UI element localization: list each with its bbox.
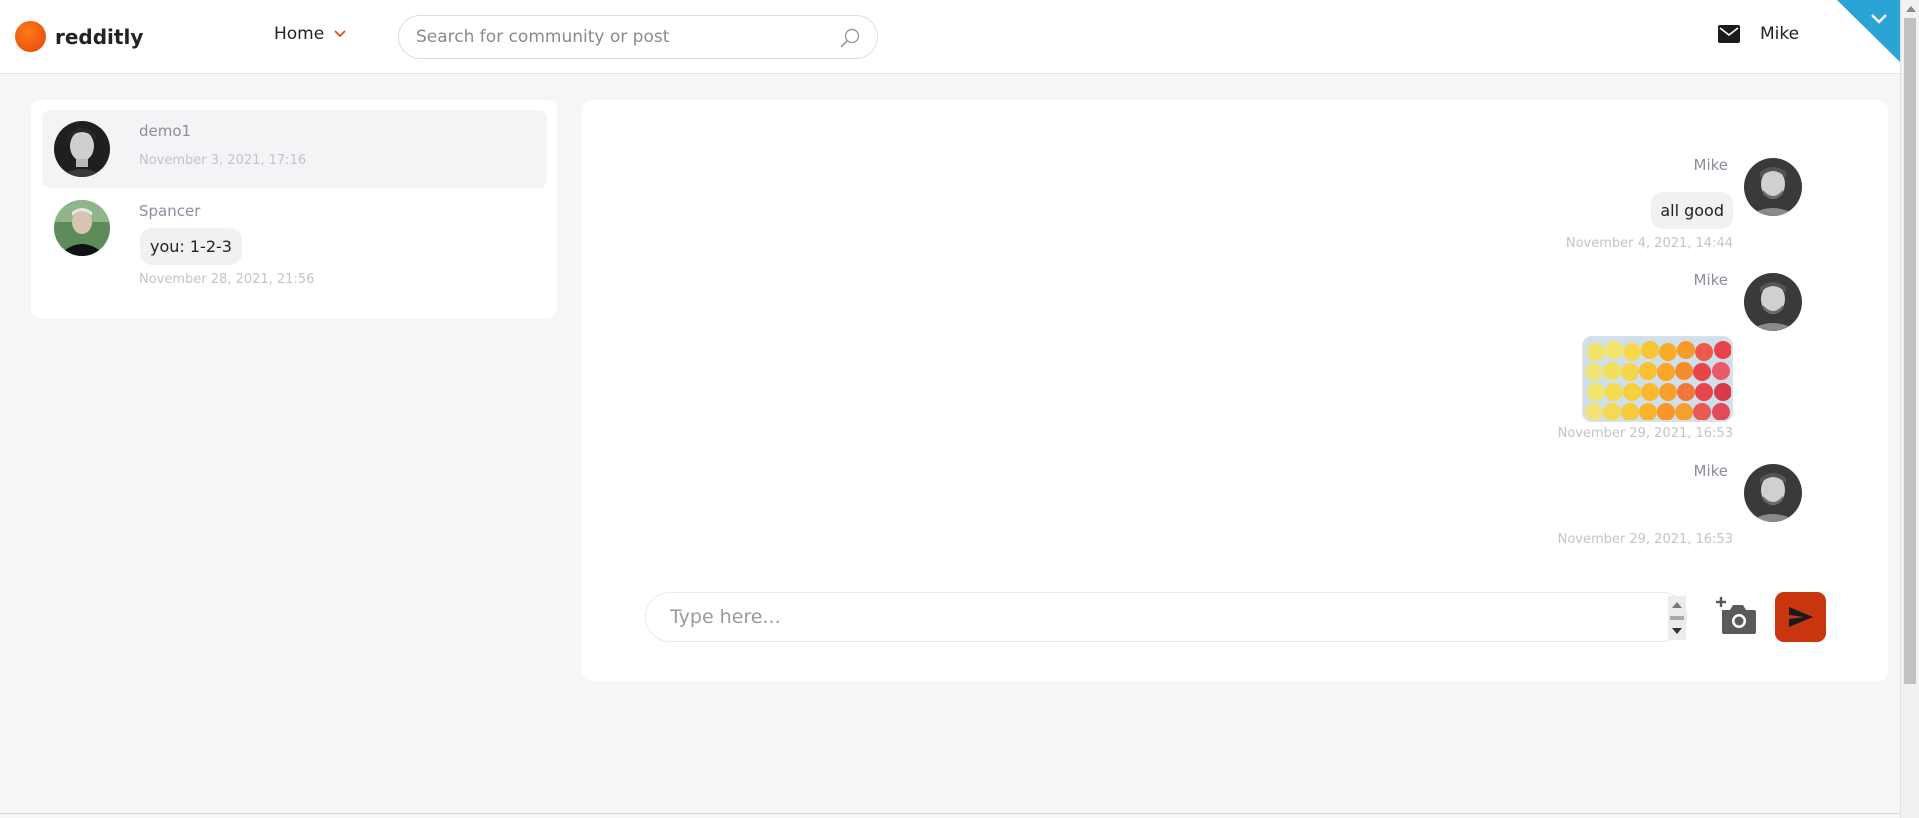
avatar (1744, 158, 1802, 216)
message-time: November 29, 2021, 16:53 (1557, 532, 1733, 547)
conversation-list: demo1 November 3, 2021, 17:16 Spancer yo… (31, 100, 557, 318)
page-scrollbar[interactable] (1900, 0, 1919, 818)
conversation-name: demo1 (139, 122, 192, 140)
chat-panel: Mike all good November 4, 2021, 14:44 Mi… (582, 100, 1888, 681)
logo[interactable]: redditly (15, 21, 143, 52)
message-sender: Mike (1693, 271, 1729, 289)
scrollbar-thumb[interactable] (1904, 18, 1916, 684)
avatar (1744, 273, 1802, 331)
top-header: redditly Home Mike (0, 0, 1900, 74)
search-input[interactable] (416, 16, 816, 58)
conversation-preview: you: 1-2-3 (140, 228, 242, 265)
chevron-down-icon (334, 30, 346, 38)
input-spinner[interactable] (1668, 596, 1686, 640)
search-bar (398, 15, 878, 59)
conversation-name: Spancer (139, 202, 201, 220)
add-photo-icon[interactable] (1716, 596, 1758, 636)
avatar (1744, 464, 1802, 522)
avatar (54, 200, 110, 256)
divider (0, 813, 1900, 814)
spinner-up-icon[interactable] (1672, 602, 1682, 608)
send-button[interactable] (1775, 592, 1826, 642)
conversation-time: November 28, 2021, 21:56 (139, 272, 315, 287)
user-menu[interactable]: Mike (1760, 24, 1799, 44)
message-input[interactable] (670, 593, 1650, 641)
avatar (54, 121, 110, 177)
message-bubble: all good (1651, 192, 1733, 229)
logo-text: redditly (55, 24, 144, 49)
conversation-time: November 3, 2021, 17:16 (139, 153, 307, 168)
corner-toggle[interactable] (1837, 0, 1900, 62)
spinner-down-icon[interactable] (1672, 628, 1682, 634)
spinner-thumb (1670, 616, 1684, 620)
logo-icon (15, 21, 46, 52)
message-composer (645, 592, 1687, 642)
message-sender: Mike (1693, 156, 1729, 174)
citrus-slices-photo (1584, 338, 1731, 420)
home-dropdown-label: Home (274, 24, 325, 44)
message-time: November 29, 2021, 16:53 (1557, 426, 1733, 441)
message-sender: Mike (1693, 462, 1729, 480)
send-icon (1788, 607, 1813, 627)
scroll-up-icon[interactable] (1906, 6, 1916, 12)
message-image[interactable] (1582, 336, 1733, 422)
mail-icon[interactable] (1718, 25, 1740, 43)
conversation-item-spancer[interactable]: Spancer you: 1-2-3 November 28, 2021, 21… (42, 192, 547, 302)
home-dropdown[interactable]: Home (274, 24, 346, 44)
search-icon[interactable] (839, 27, 861, 49)
message-time: November 4, 2021, 14:44 (1565, 236, 1733, 251)
conversation-item-demo1[interactable]: demo1 November 3, 2021, 17:16 (42, 110, 547, 188)
